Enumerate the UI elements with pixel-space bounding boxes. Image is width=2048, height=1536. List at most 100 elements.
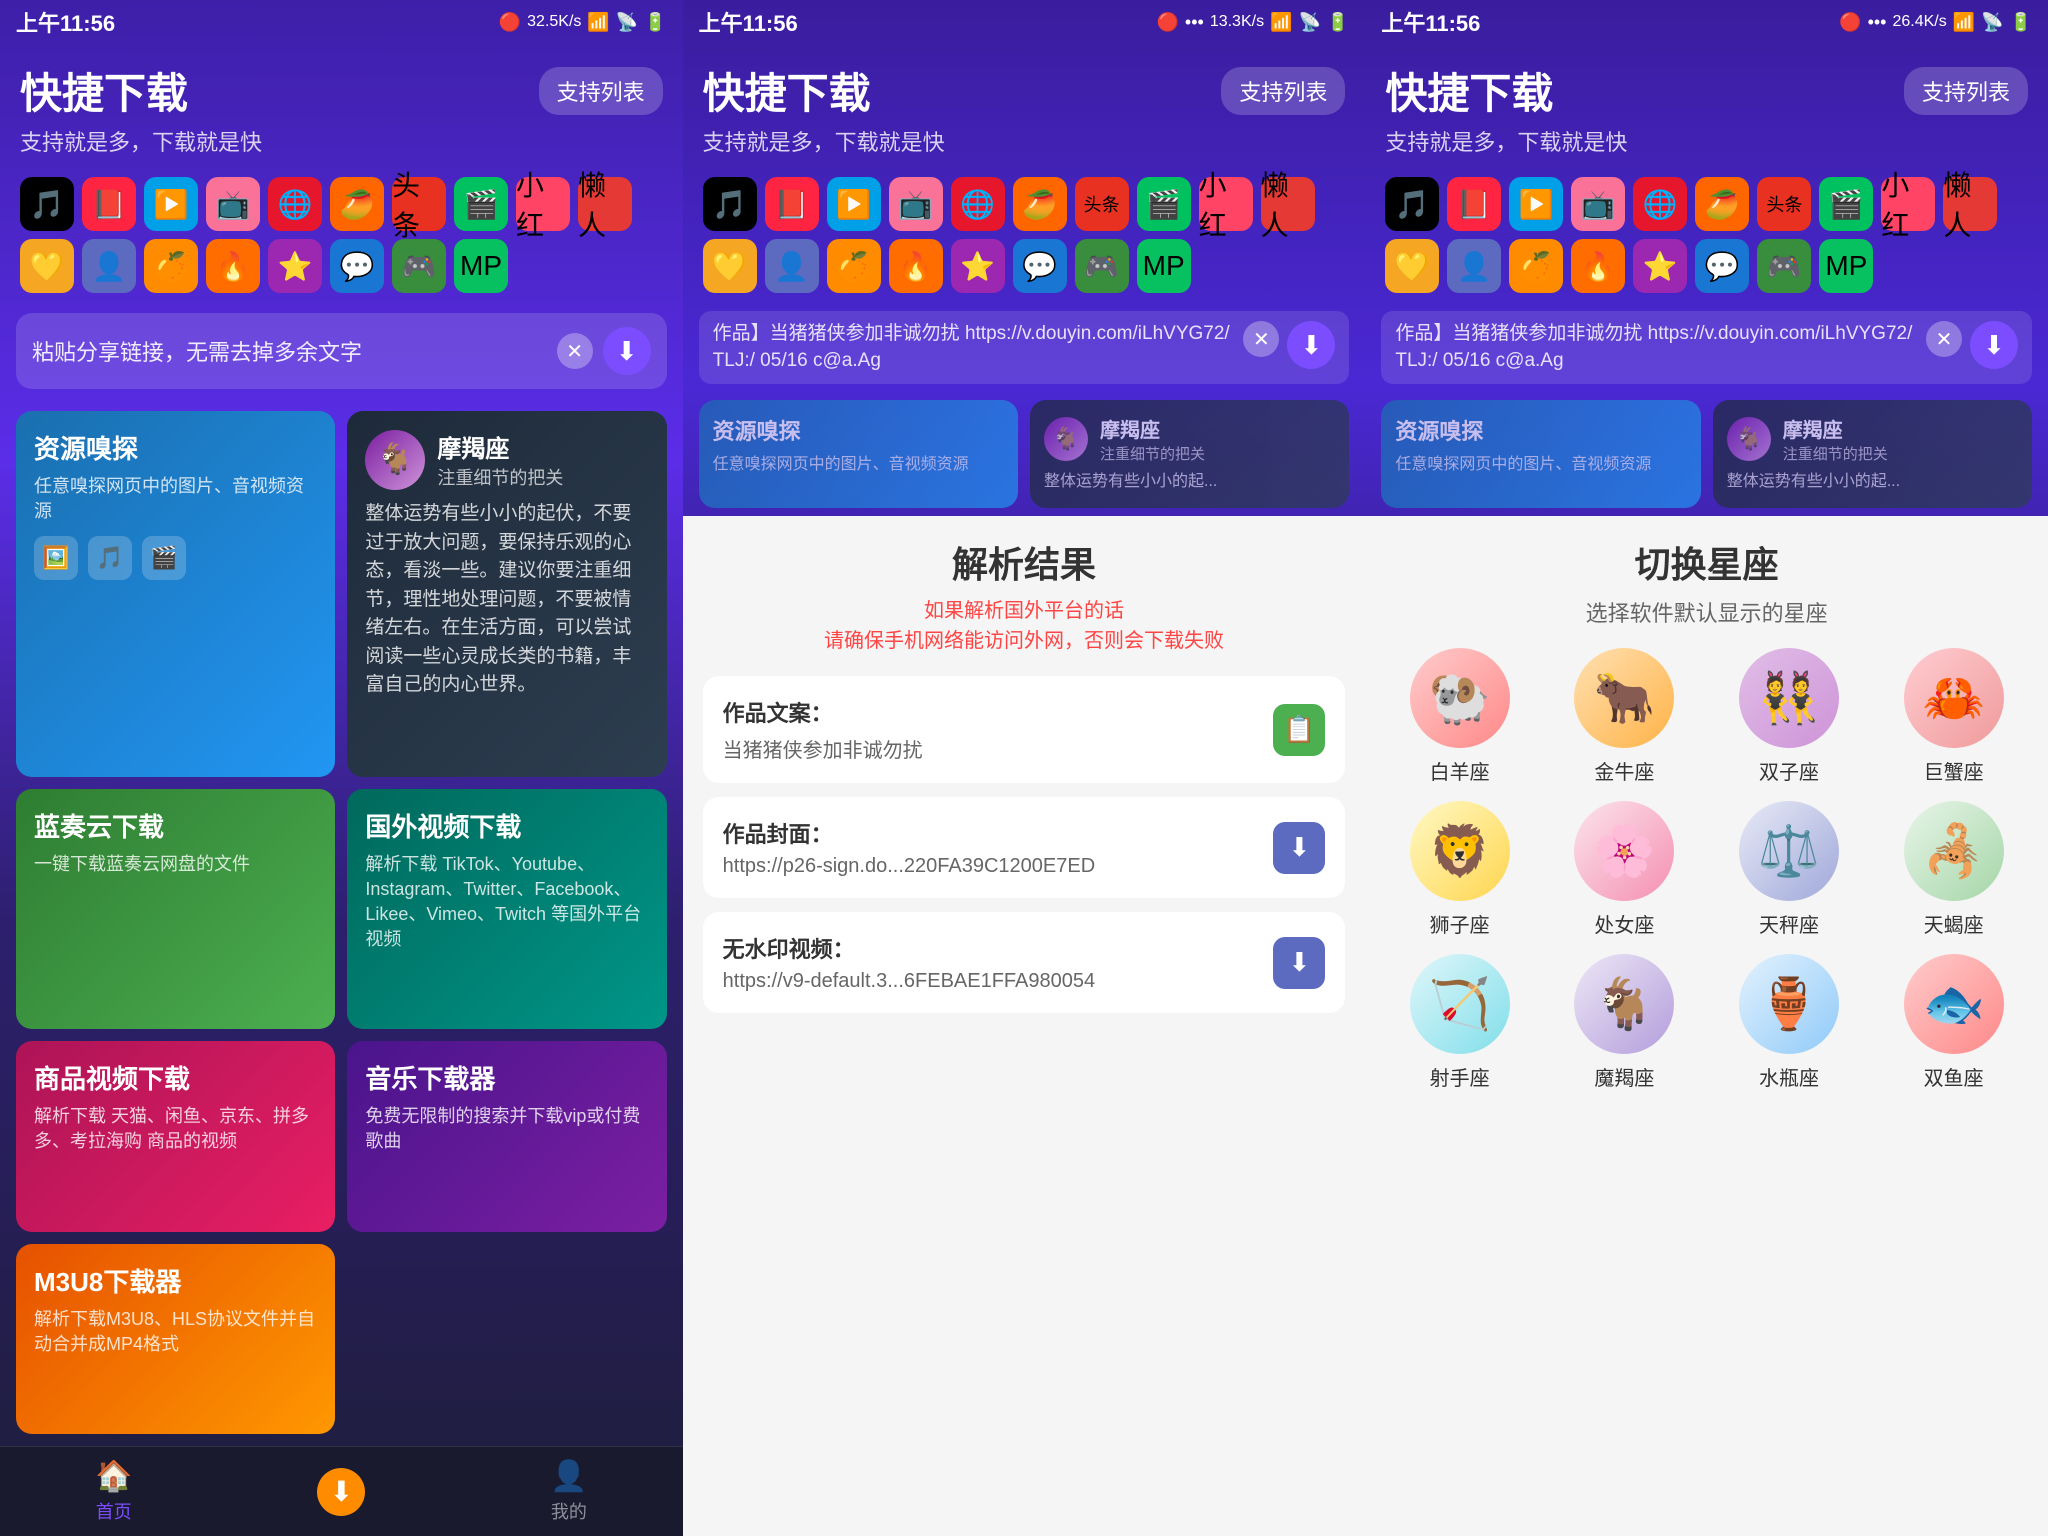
video-icon-1: 🎬 [142,536,186,580]
resource-icons-1: 🖼️ 🎵 🎬 [34,536,317,580]
nav-profile-1[interactable]: 👤 我的 [455,1459,683,1524]
toutiao-icon[interactable]: 头条 [392,177,446,231]
tiktok-icon[interactable]: 🎵 [20,177,74,231]
bilibili-icon[interactable]: 📺 [206,177,260,231]
youku-icon-2[interactable]: ▶️ [827,177,881,231]
person-icon-2[interactable]: 👤 [765,239,819,293]
resource-card-1[interactable]: 资源嗅探 任意嗅探网页中的图片、音视频资源 🖼️ 🎵 🎬 [16,411,335,777]
music-card-1[interactable]: 音乐下载器 免费无限制的搜索并下载vip或付费歌曲 [347,1041,666,1231]
download-btn-3[interactable]: ⬇ [1970,321,2018,369]
orange-icon-3[interactable]: 🍊 [1509,239,1563,293]
zodiac-gemini[interactable]: 👯 双子座 [1715,648,1864,785]
signal-icon-1: 📶 [587,12,609,33]
m3u8-card-1[interactable]: M3U8下载器 解析下载M3U8、HLS协议文件并自动合并成MP4格式 [16,1244,335,1434]
fire-icon-3[interactable]: 🔥 [1571,239,1625,293]
lazy-icon[interactable]: 懒人 [578,177,632,231]
zodiac-scorpio[interactable]: 🦂 天蝎座 [1879,801,2028,938]
download-cover-btn[interactable]: ⬇ [1273,822,1325,874]
chat-icon-3[interactable]: 💬 [1695,239,1749,293]
nav-home-1[interactable]: 🏠 首页 [0,1459,228,1524]
horoscope-partial-2[interactable]: 🐐 摩羯座 注重细节的把关 整体运势有些小小的起... [1030,400,1349,508]
zodiac-cancer[interactable]: 🦀 巨蟹座 [1879,648,2028,785]
mp-icon[interactable]: MP [454,239,508,293]
star-icon[interactable]: ⭐ [268,239,322,293]
iqiyi-icon[interactable]: 🎬 [454,177,508,231]
clear-btn-1[interactable]: ✕ [557,333,593,369]
download-btn-1[interactable]: ⬇ [603,327,651,375]
product-card-1[interactable]: 商品视频下载 解析下载 天猫、闲鱼、京东、拼多多、考拉海购 商品的视频 [16,1041,335,1231]
star-icon-3[interactable]: ⭐ [1633,239,1687,293]
mango-icon[interactable]: 🥭 [330,177,384,231]
download-video-btn[interactable]: ⬇ [1273,937,1325,989]
foreign-card-1[interactable]: 国外视频下载 解析下载 TikTok、Youtube、Instagram、Twi… [347,789,666,1030]
game-icon-3[interactable]: 🎮 [1757,239,1811,293]
chat-icon-2[interactable]: 💬 [1013,239,1067,293]
lele-icon[interactable]: 小红 [516,177,570,231]
toutiao-icon-2[interactable]: 头条 [1075,177,1129,231]
time-3: 上午11:56 [1381,6,1480,38]
orange-icon-2[interactable]: 🍊 [827,239,881,293]
game-icon-2[interactable]: 🎮 [1075,239,1129,293]
horoscope-partial-3[interactable]: 🐐 摩羯座 注重细节的把关 整体运势有些小小的起... [1713,400,2032,508]
clear-btn-2[interactable]: ✕ [1243,321,1279,357]
qzone-icon-2[interactable]: 💛 [703,239,757,293]
xiaohongshu-icon[interactable]: 📕 [82,177,136,231]
zodiac-capricorn[interactable]: 🐐 魔羯座 [1550,954,1699,1091]
resource-partial-3[interactable]: 资源嗅探 任意嗅探网页中的图片、音视频资源 [1381,400,1700,508]
zodiac-pisces[interactable]: 🐟 双鱼座 [1879,954,2028,1091]
person-icon-3[interactable]: 👤 [1447,239,1501,293]
tiktok-icon-2[interactable]: 🎵 [703,177,757,231]
lazy-icon-3[interactable]: 懒人 [1943,177,1997,231]
zodiac-sagittarius[interactable]: 🏹 射手座 [1385,954,1534,1091]
mp-icon-2[interactable]: MP [1137,239,1191,293]
url-placeholder-1: 粘贴分享链接，无需去掉多余文字 [32,335,547,367]
fire-icon[interactable]: 🔥 [206,239,260,293]
weibo-icon-2[interactable]: 🌐 [951,177,1005,231]
lele-icon-2[interactable]: 小红 [1199,177,1253,231]
qzone-icon-3[interactable]: 💛 [1385,239,1439,293]
lanyun-card-1[interactable]: 蓝奏云下载 一键下载蓝奏云网盘的文件 [16,789,335,1030]
zodiac-virgo[interactable]: 🌸 处女座 [1550,801,1699,938]
orange-icon[interactable]: 🍊 [144,239,198,293]
support-list-btn-3[interactable]: 支持列表 [1904,67,2028,115]
lele-icon-3[interactable]: 小红 [1881,177,1935,231]
lazy-icon-2[interactable]: 懒人 [1261,177,1315,231]
horoscope-card-1[interactable]: 🐐 摩羯座 注重细节的把关 整体运势有些小小的起伏，不要过于放大问题，要保持乐观… [347,411,666,777]
virgo-avatar: 🌸 [1574,801,1674,901]
xiaohongshu-icon-3[interactable]: 📕 [1447,177,1501,231]
chat-icon[interactable]: 💬 [330,239,384,293]
zodiac-leo[interactable]: 🦁 狮子座 [1385,801,1534,938]
star-icon-2[interactable]: ⭐ [951,239,1005,293]
xiaohongshu-icon-2[interactable]: 📕 [765,177,819,231]
qzone-icon[interactable]: 💛 [20,239,74,293]
iqiyi-icon-3[interactable]: 🎬 [1819,177,1873,231]
copy-text-btn[interactable]: 📋 [1273,704,1325,756]
mango-icon-2[interactable]: 🥭 [1013,177,1067,231]
aries-name: 白羊座 [1430,756,1490,785]
bilibili-icon-3[interactable]: 📺 [1571,177,1625,231]
tiktok-icon-3[interactable]: 🎵 [1385,177,1439,231]
weibo-icon-3[interactable]: 🌐 [1633,177,1687,231]
clear-btn-3[interactable]: ✕ [1926,321,1962,357]
youku-icon-3[interactable]: ▶️ [1509,177,1563,231]
resource-partial-2[interactable]: 资源嗅探 任意嗅探网页中的图片、音视频资源 [699,400,1018,508]
nav-middle-1[interactable]: ⬇ [228,1468,456,1516]
weibo-icon[interactable]: 🌐 [268,177,322,231]
toutiao-icon-3[interactable]: 头条 [1757,177,1811,231]
download-nav-icon-1[interactable]: ⬇ [317,1468,365,1516]
iqiyi-icon-2[interactable]: 🎬 [1137,177,1191,231]
mango-icon-3[interactable]: 🥭 [1695,177,1749,231]
support-list-btn-1[interactable]: 支持列表 [539,67,663,115]
fire-icon-2[interactable]: 🔥 [889,239,943,293]
support-list-btn-2[interactable]: 支持列表 [1221,67,1345,115]
game-icon[interactable]: 🎮 [392,239,446,293]
zodiac-libra[interactable]: ⚖️ 天秤座 [1715,801,1864,938]
zodiac-aries[interactable]: 🐏 白羊座 [1385,648,1534,785]
youku-icon[interactable]: ▶️ [144,177,198,231]
download-btn-2[interactable]: ⬇ [1287,321,1335,369]
mp-icon-3[interactable]: MP [1819,239,1873,293]
person-icon[interactable]: 👤 [82,239,136,293]
zodiac-aquarius[interactable]: 🏺 水瓶座 [1715,954,1864,1091]
zodiac-taurus[interactable]: 🐂 金牛座 [1550,648,1699,785]
bilibili-icon-2[interactable]: 📺 [889,177,943,231]
